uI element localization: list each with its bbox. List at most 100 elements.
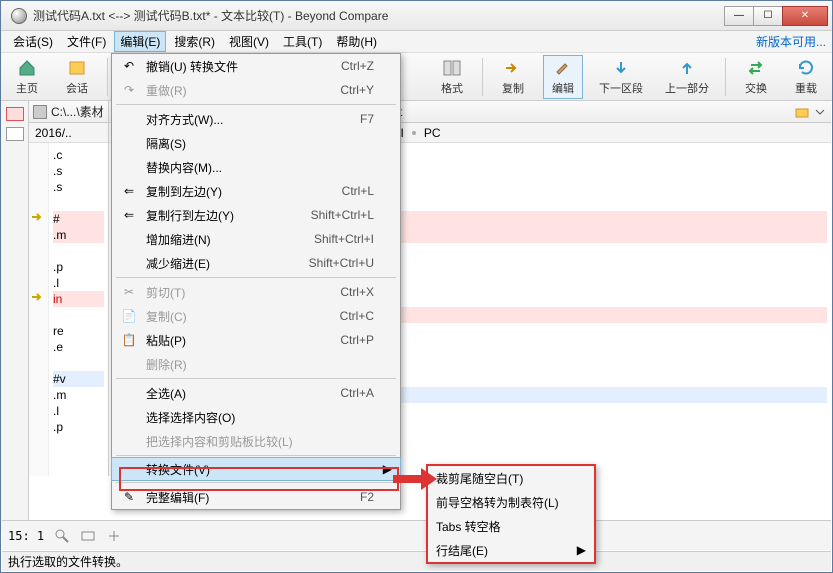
cursor-position: 15: 1: [8, 529, 44, 543]
menu-label: 复制(C): [146, 308, 312, 325]
submenu-item[interactable]: 行结尾(E) ▶: [428, 538, 594, 562]
right-os[interactable]: PC: [424, 126, 441, 140]
code-line[interactable]: [53, 355, 104, 371]
code-line[interactable]: .s: [53, 179, 104, 195]
menu-label: 删除(R): [146, 356, 374, 373]
window: 测试代码A.txt <--> 测试代码B.txt* - 文本比较(T) - Be…: [0, 0, 833, 573]
home-button[interactable]: 主页: [7, 56, 47, 98]
menu-view[interactable]: 视图(V): [223, 31, 275, 52]
code-line[interactable]: .c: [53, 147, 104, 163]
submenu-arrow-icon: ▶: [382, 462, 392, 476]
menu-item: 删除(R): [112, 352, 400, 376]
tool-icon[interactable]: [106, 528, 122, 544]
menu-item[interactable]: 选择选择内容(O): [112, 405, 400, 429]
menu-tools[interactable]: 工具(T): [277, 31, 328, 52]
menu-edit[interactable]: 编辑(E): [114, 31, 166, 52]
menu-label: 减少缩进(E): [146, 255, 281, 272]
menu-item[interactable]: 替换内容(M)...: [112, 155, 400, 179]
code-line[interactable]: .m: [53, 387, 104, 403]
edit-dropdown: ↶撤销(U) 转换文件Ctrl+Z↷重做(R)Ctrl+Y对齐方式(W)...F…: [111, 53, 401, 510]
shortcut: Ctrl+A: [340, 386, 374, 400]
tool-icon[interactable]: [80, 528, 96, 544]
left-date: 2016/..: [35, 126, 72, 140]
menu-item[interactable]: ✎完整编辑(F)F2: [112, 485, 400, 509]
next-button[interactable]: 下一区段: [593, 56, 649, 98]
menu-help[interactable]: 帮助(H): [330, 31, 383, 52]
menu-session[interactable]: 会话(S): [7, 31, 59, 52]
menu-label: 重做(R): [146, 82, 312, 99]
code-line[interactable]: .p: [53, 419, 104, 435]
copy-left-icon: ⇐: [120, 184, 138, 198]
swap-icon: [746, 58, 766, 78]
menu-label: 复制到左边(Y): [146, 183, 314, 200]
menu-search[interactable]: 搜索(R): [168, 31, 221, 52]
menu-item[interactable]: 对齐方式(W)...F7: [112, 107, 400, 131]
code-line[interactable]: [53, 195, 104, 211]
format-icon: [442, 58, 462, 78]
submenu-label: 行结尾(E): [436, 542, 568, 559]
maximize-button[interactable]: ☐: [753, 6, 783, 26]
sep-dot: [412, 131, 416, 135]
reload-icon: [796, 58, 816, 78]
submenu-label: 裁剪尾随空白(T): [436, 470, 568, 487]
menu-item[interactable]: 增加缩进(N)Shift+Ctrl+I: [112, 227, 400, 251]
menu-item: 把选择内容和剪贴板比较(L): [112, 429, 400, 453]
menu-item[interactable]: ⇐ 复制到左边(Y) Ctrl+L: [112, 179, 400, 203]
code-line[interactable]: .m: [53, 227, 104, 243]
prev-button[interactable]: 上一部分: [659, 56, 715, 98]
filter-icon[interactable]: [6, 127, 24, 141]
code-line[interactable]: [53, 243, 104, 259]
reload-button[interactable]: 重载: [786, 56, 826, 98]
menu-label: 选择选择内容(O): [146, 409, 374, 426]
update-link[interactable]: 新版本可用...: [756, 33, 826, 50]
code-line[interactable]: .p: [53, 259, 104, 275]
toolbar-sep: [725, 58, 726, 96]
menu-item[interactable]: 转换文件(V)▶: [111, 457, 401, 481]
swap-button[interactable]: 交换: [736, 56, 776, 98]
menu-item[interactable]: 隔离(S): [112, 131, 400, 155]
dropdown-icon[interactable]: [813, 105, 827, 119]
code-line[interactable]: #v: [53, 371, 104, 387]
menu-item[interactable]: 全选(A)Ctrl+A: [112, 381, 400, 405]
minimize-button[interactable]: —: [724, 6, 754, 26]
gutter: [29, 143, 49, 476]
menu-separator: [116, 378, 396, 379]
submenu-item[interactable]: Tabs 转空格: [428, 514, 594, 538]
code-line[interactable]: .l: [53, 275, 104, 291]
code-line[interactable]: .e: [53, 339, 104, 355]
tool-icon[interactable]: [54, 528, 70, 544]
code-line[interactable]: #: [53, 211, 104, 227]
left-code[interactable]: .c.s.s#.m.p.linre.e#v.m.l.p: [29, 143, 108, 476]
code-line[interactable]: [53, 307, 104, 323]
diff-filter-icon[interactable]: [6, 107, 24, 121]
menu-item[interactable]: 📋粘贴(P)Ctrl+P: [112, 328, 400, 352]
window-title: 测试代码A.txt <--> 测试代码B.txt* - 文本比较(T) - Be…: [33, 7, 725, 24]
shortcut: Ctrl+Z: [341, 59, 374, 73]
session-button[interactable]: 会话: [57, 56, 97, 98]
edit-button[interactable]: 编辑: [543, 55, 583, 99]
browse-icon[interactable]: [795, 105, 809, 119]
sidebar: [1, 101, 29, 531]
code-line[interactable]: .l: [53, 403, 104, 419]
submenu-arrow-icon: ▶: [576, 543, 586, 557]
code-line[interactable]: re: [53, 323, 104, 339]
format-button[interactable]: 格式: [432, 56, 472, 98]
close-button[interactable]: ✕: [782, 6, 828, 26]
copy-icon: [503, 58, 523, 78]
toolbar-sep: [107, 58, 108, 96]
menu-item[interactable]: 减少缩进(E)Shift+Ctrl+U: [112, 251, 400, 275]
menu-file[interactable]: 文件(F): [61, 31, 112, 52]
menu-item[interactable]: ↶撤销(U) 转换文件Ctrl+Z: [112, 54, 400, 78]
menu-label: 替换内容(M)...: [146, 159, 374, 176]
submenu-item[interactable]: 前导空格转为制表符(L): [428, 490, 594, 514]
submenu-item[interactable]: 裁剪尾随空白(T): [428, 466, 594, 490]
shortcut: Ctrl+P: [340, 333, 374, 347]
shortcut: Ctrl+L: [342, 184, 374, 198]
copy-button[interactable]: 复制: [493, 56, 533, 98]
menu-item[interactable]: ⇐复制行到左边(Y)Shift+Ctrl+L: [112, 203, 400, 227]
left-path[interactable]: C:\...\素材: [51, 103, 104, 120]
code-line[interactable]: .s: [53, 163, 104, 179]
menu-label: 隔离(S): [146, 135, 374, 152]
code-line[interactable]: in: [53, 291, 104, 307]
paste-icon: 📋: [120, 333, 138, 347]
